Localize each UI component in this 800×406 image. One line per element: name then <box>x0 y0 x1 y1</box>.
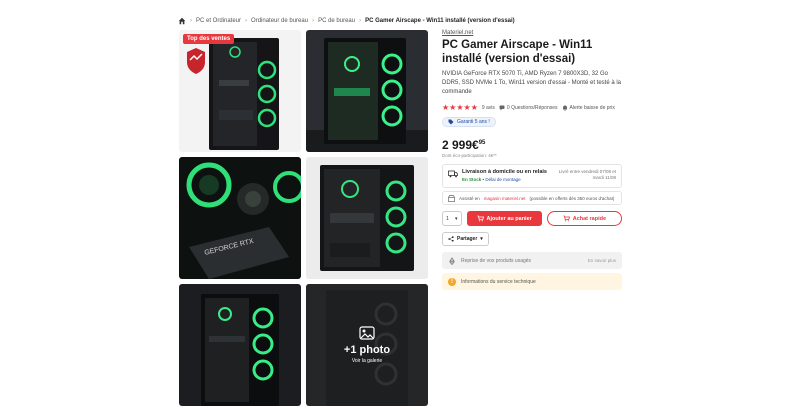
rating-stars[interactable]: ★★★★★ <box>442 103 478 112</box>
see-gallery-link[interactable]: Voir la galerie <box>352 358 382 364</box>
warranty-seal-icon <box>187 48 205 74</box>
assembly-store-link[interactable]: magasin materiel.net <box>484 196 526 201</box>
store-icon <box>448 194 455 202</box>
delivery-title: Livraison à domicile ou en relais <box>462 169 547 175</box>
cart-icon <box>477 215 484 222</box>
quick-buy-button[interactable]: Achat rapide <box>546 211 622 226</box>
warranty-label: Garanti 5 ans ! <box>457 119 490 125</box>
more-photos-overlay: +1 photo Voir la galerie <box>306 284 428 406</box>
share-button[interactable]: Partager ▾ <box>442 232 489 246</box>
share-icon <box>448 236 454 242</box>
delivery-date: Livré entre vendredi 07/08 et mardi 11/0… <box>558 169 616 180</box>
share-label: Partager <box>457 236 478 242</box>
product-title: PC Gamer Airscape - Win11 installé (vers… <box>442 39 593 65</box>
questions-label: 0 Questions/Réponses <box>506 104 558 111</box>
gallery-image-1[interactable]: Top des ventes <box>179 30 301 152</box>
price-main: 2 999€ <box>442 138 479 152</box>
delivery-box: Livraison à domicile ou en relais En Sto… <box>442 164 622 188</box>
assembly-delay-link[interactable]: • Délai de montage <box>483 177 521 182</box>
quantity-select[interactable]: 1 ▾ <box>442 211 462 226</box>
breadcrumb-item[interactable]: Ordinateur de bureau <box>251 18 308 24</box>
gallery-image-4[interactable] <box>306 157 428 279</box>
eco-participation: Dont éco-participation: 4€** <box>442 153 497 158</box>
more-photos-count: +1 photo <box>343 344 391 356</box>
price-alert-link[interactable]: Alerte baisse de prix <box>562 105 615 111</box>
tech-service-label: Informations du service technique <box>461 278 536 285</box>
trade-in-label: Reprise de vos produits usagés <box>461 257 532 264</box>
assembly-prefix: Assisté en <box>459 195 480 201</box>
breadcrumb: › PC et Ordinateur › Ordinateur de burea… <box>178 15 515 27</box>
price-cents: 95 <box>478 140 486 146</box>
quick-buy-label: Achat rapide <box>572 215 607 222</box>
gallery-more-photos[interactable]: +1 photo Voir la galerie <box>306 284 428 406</box>
product-price: 2 999€95 <box>442 138 622 152</box>
breadcrumb-separator: › <box>190 18 192 24</box>
breadcrumb-item[interactable]: PC de bureau <box>318 18 355 24</box>
gpu-closeup-image: GEFORCE RTX <box>186 162 301 279</box>
home-icon[interactable] <box>178 17 186 25</box>
warning-icon: ! <box>448 277 456 286</box>
seller-link[interactable]: Materiel.net <box>442 30 622 36</box>
tag-icon <box>448 119 454 125</box>
breadcrumb-current: PC Gamer Airscape - Win11 installé (vers… <box>365 18 515 24</box>
breadcrumb-separator: › <box>359 18 362 24</box>
pc-case-side-image <box>320 165 414 271</box>
reviews-count[interactable]: 9 avis <box>482 105 495 111</box>
breadcrumb-item[interactable]: PC et Ordinateur <box>196 18 241 24</box>
gallery-image-3[interactable]: GEFORCE RTX <box>179 157 301 279</box>
image-icon <box>359 326 375 340</box>
gallery-image-5[interactable] <box>179 284 301 406</box>
trade-in-box[interactable]: Reprise de vos produits usagés En savoir… <box>442 252 622 269</box>
questions-link[interactable]: 0 Questions/Réponses <box>499 105 558 111</box>
bolt-cart-icon <box>563 215 570 222</box>
pc-case-front-image <box>201 294 279 406</box>
chat-icon <box>499 105 505 110</box>
tech-service-box[interactable]: ! Informations du service technique <box>442 273 622 290</box>
quantity-value: 1 <box>446 215 449 222</box>
recycle-icon <box>449 256 455 265</box>
pc-case-desk-image <box>306 38 428 152</box>
store-assembly-box: Assisté en magasin materiel.net (possibl… <box>442 191 622 205</box>
warranty-badge[interactable]: Garanti 5 ans ! <box>442 117 496 127</box>
assembly-suffix: (possible en offerts dès 350 euros d'ach… <box>529 195 615 201</box>
product-specs: NVIDIA GeForce RTX 5070 Ti, AMD Ryzen 7 … <box>442 71 621 95</box>
stock-status: En Stock <box>462 177 482 182</box>
product-info: Materiel.net PC Gamer Airscape - Win11 i… <box>442 30 622 290</box>
chevron-down-icon: ▾ <box>480 236 483 242</box>
rating-row: ★★★★★ 9 avis 0 Questions/Réponses Alerte… <box>442 103 622 112</box>
buy-row: 1 ▾ Ajouter au panier Achat rapide <box>442 211 622 226</box>
price-alert-label: Alerte baisse de prix <box>569 104 615 111</box>
add-to-cart-button[interactable]: Ajouter au panier <box>466 211 542 226</box>
bell-icon <box>562 105 567 111</box>
truck-icon <box>448 170 458 178</box>
breadcrumb-separator: › <box>245 18 248 24</box>
gallery-image-2[interactable] <box>306 30 428 152</box>
trade-in-more-link[interactable]: En savoir plus <box>588 258 616 263</box>
breadcrumb-separator: › <box>312 18 315 24</box>
add-to-cart-label: Ajouter au panier <box>486 215 532 222</box>
bestseller-badge: Top des ventes <box>183 34 235 44</box>
chevron-down-icon: ▾ <box>454 215 458 222</box>
